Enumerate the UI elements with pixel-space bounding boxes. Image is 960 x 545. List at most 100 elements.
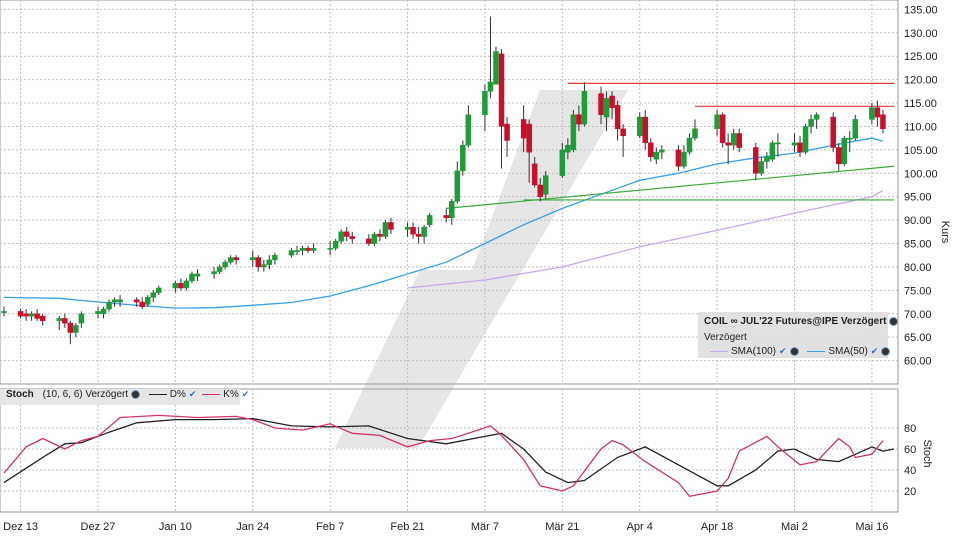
y-tick-label: 105.00 bbox=[904, 145, 938, 157]
candle-body-up bbox=[73, 325, 79, 333]
candle-body-down bbox=[498, 53, 505, 127]
candle bbox=[183, 278, 190, 291]
candle bbox=[753, 142, 759, 181]
candle bbox=[310, 243, 317, 253]
x-tick-label: Mai 16 bbox=[855, 521, 888, 533]
candle bbox=[139, 297, 145, 310]
candle-body-up bbox=[78, 313, 85, 324]
candle bbox=[255, 255, 262, 272]
candle-body-up bbox=[299, 247, 306, 251]
settings-gear-icon[interactable] bbox=[789, 346, 799, 356]
x-tick-label: Dez 27 bbox=[81, 521, 116, 533]
candle-body-up bbox=[769, 142, 776, 160]
candle bbox=[725, 133, 731, 164]
candle-body-up bbox=[758, 161, 765, 174]
y-tick-label: 95.00 bbox=[904, 192, 932, 204]
candle-body-up bbox=[570, 114, 577, 151]
candle bbox=[382, 220, 389, 239]
candle bbox=[332, 238, 339, 251]
candle-body-up bbox=[294, 250, 300, 252]
candle bbox=[172, 280, 179, 293]
candle-body-up bbox=[454, 170, 461, 202]
candle bbox=[189, 271, 195, 284]
candle bbox=[874, 100, 881, 127]
candle bbox=[421, 224, 427, 244]
candle-body-up bbox=[404, 226, 411, 230]
candle bbox=[808, 114, 814, 134]
settings-gear-icon[interactable] bbox=[130, 390, 140, 399]
candle bbox=[343, 227, 350, 242]
candle bbox=[465, 105, 472, 148]
candle bbox=[194, 269, 201, 281]
candle bbox=[100, 306, 107, 319]
candle bbox=[730, 128, 737, 150]
check-icon[interactable]: ✔ bbox=[871, 346, 879, 356]
candle bbox=[23, 309, 29, 321]
candle-body-up bbox=[100, 308, 107, 315]
candle-body-up bbox=[730, 133, 737, 146]
candle bbox=[802, 124, 809, 155]
y-tick-label: 80.00 bbox=[904, 262, 932, 274]
sma100-swatch bbox=[710, 350, 728, 352]
candle-body-down bbox=[255, 257, 262, 268]
stoch-y-tick-label: 20 bbox=[904, 486, 916, 498]
candle-body-up bbox=[681, 151, 687, 167]
candle-body-up bbox=[250, 257, 256, 261]
candle-body-up bbox=[211, 271, 217, 275]
candle bbox=[686, 133, 693, 155]
candle-body-up bbox=[802, 126, 809, 153]
candle bbox=[714, 110, 720, 136]
candle-body-up bbox=[95, 311, 101, 315]
candle-body-up bbox=[1, 311, 7, 313]
candle-body-up bbox=[332, 240, 339, 249]
candle-body-up bbox=[636, 116, 643, 137]
check-icon[interactable]: ✔ bbox=[189, 389, 197, 399]
candle bbox=[150, 290, 157, 303]
candle-body-down bbox=[614, 105, 621, 130]
candle-body-up bbox=[559, 149, 566, 176]
candle bbox=[377, 229, 383, 242]
check-icon[interactable]: ✔ bbox=[779, 346, 787, 356]
candle-body-up bbox=[421, 226, 427, 237]
candle bbox=[764, 152, 770, 169]
x-tick-label: Jan 10 bbox=[159, 521, 192, 533]
candle bbox=[415, 227, 422, 244]
candle bbox=[338, 229, 344, 244]
candle-body-up bbox=[172, 283, 179, 289]
candle bbox=[34, 309, 40, 321]
candle bbox=[841, 135, 847, 167]
settings-gear-icon[interactable] bbox=[889, 316, 899, 326]
candle bbox=[736, 128, 742, 153]
candle bbox=[570, 110, 577, 153]
candle-body-down bbox=[133, 299, 140, 303]
grid-layer bbox=[0, 0, 899, 513]
candle bbox=[852, 114, 859, 141]
candle-body-up bbox=[714, 114, 720, 130]
candle-body-down bbox=[23, 313, 29, 317]
watermark-logo bbox=[335, 90, 628, 448]
candle bbox=[144, 295, 151, 307]
legend-sma50: SMA(50) bbox=[828, 346, 868, 357]
stoch-params: (10, 6, 6) Verzögert bbox=[42, 389, 129, 400]
candle-body-up bbox=[852, 119, 859, 139]
candle bbox=[410, 222, 416, 239]
settings-gear-icon[interactable] bbox=[881, 346, 891, 356]
candle-body-up bbox=[813, 114, 820, 120]
candle bbox=[1, 306, 7, 317]
candle-body-up bbox=[542, 175, 549, 195]
candle bbox=[272, 252, 278, 265]
candle bbox=[681, 145, 687, 169]
chart-svg: 60.00 65.00 70.00 75.00 80.00 85.00 90.00 95.00… bbox=[0, 0, 951, 533]
check-icon[interactable]: ✔ bbox=[242, 389, 250, 399]
candle bbox=[487, 16, 494, 99]
candle-body-up bbox=[194, 273, 201, 277]
candle-body-up bbox=[156, 287, 162, 293]
candle bbox=[675, 145, 682, 171]
stoch-k-line bbox=[3, 414, 884, 498]
candle-body-down bbox=[305, 247, 311, 251]
candle bbox=[216, 264, 223, 274]
candle bbox=[482, 84, 488, 132]
candle-body-down bbox=[34, 313, 40, 319]
candle bbox=[719, 112, 726, 148]
candle-body-up bbox=[653, 151, 660, 160]
